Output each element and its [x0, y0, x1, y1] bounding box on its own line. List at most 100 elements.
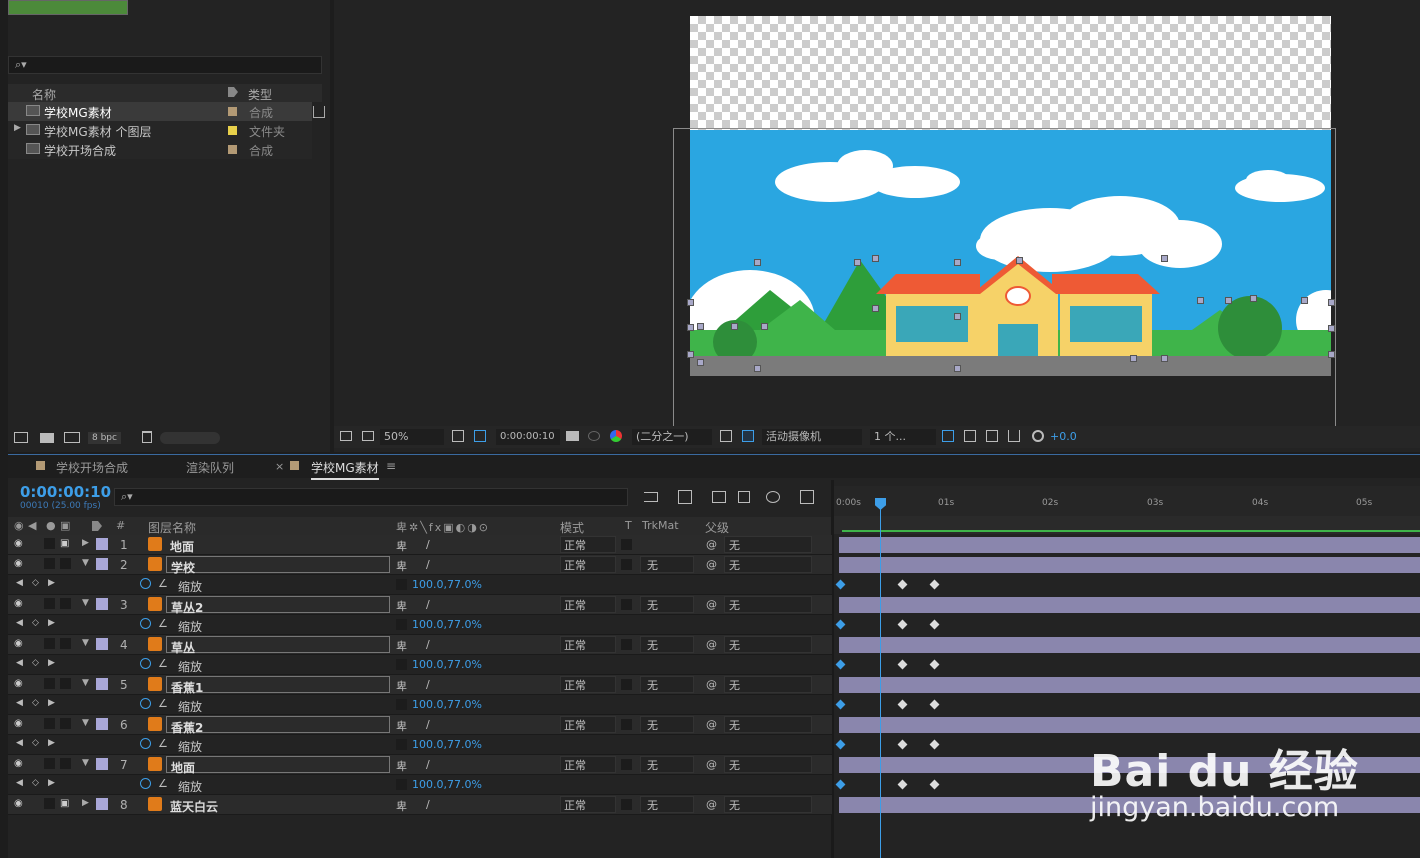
selection-handle[interactable]: [1301, 297, 1308, 304]
layer-duration-bar[interactable]: [839, 537, 1420, 553]
property-row[interactable]: ◀ ◇ ▶ ∠ 缩放 100.0,77.0%: [8, 615, 832, 635]
layer-name[interactable]: 香蕉1: [166, 676, 390, 695]
solo-toggle[interactable]: [44, 718, 55, 729]
label-swatch[interactable]: [96, 558, 108, 570]
parent-select[interactable]: 无: [724, 556, 812, 573]
collapse-arrow-icon[interactable]: ▼: [82, 598, 89, 608]
pickwhip-icon[interactable]: @: [706, 758, 717, 771]
composition-icon[interactable]: [64, 432, 80, 443]
add-keyframe-icon[interactable]: ◇: [32, 738, 39, 748]
selection-handle[interactable]: [954, 365, 961, 372]
layer-duration-bar[interactable]: [839, 597, 1420, 613]
label-swatch[interactable]: [96, 798, 108, 810]
shy-switch-icon[interactable]: 卑: [396, 558, 407, 574]
close-icon[interactable]: ×: [275, 460, 284, 473]
mode-select[interactable]: 正常: [560, 716, 616, 733]
parent-select[interactable]: 无: [724, 536, 812, 553]
frame-blending-icon[interactable]: [738, 491, 750, 503]
comp-mini-flowchart-icon[interactable]: [644, 492, 658, 502]
project-item[interactable]: ▶ 学校MG素材 个图层 文件夹: [8, 121, 312, 140]
pickwhip-icon[interactable]: @: [706, 678, 717, 691]
eye-icon[interactable]: ◉: [14, 718, 25, 729]
parent-select[interactable]: 无: [724, 636, 812, 653]
layer-name[interactable]: 地面: [166, 536, 390, 554]
transparency-grid-icon[interactable]: [742, 430, 754, 442]
preserve-transparency-toggle[interactable]: [621, 759, 632, 770]
quality-switch-icon[interactable]: ∕: [426, 678, 430, 691]
parent-select[interactable]: 无: [724, 596, 812, 613]
collapse-arrow-icon[interactable]: ▼: [82, 638, 89, 648]
trkmat-select[interactable]: 无: [640, 716, 694, 733]
next-keyframe-icon[interactable]: ▶: [48, 778, 55, 788]
layer-name[interactable]: 蓝天白云: [166, 796, 390, 814]
shy-switch-icon[interactable]: 卑: [396, 758, 407, 774]
solo-toggle[interactable]: [44, 758, 55, 769]
scale-value[interactable]: 100.0,77.0%: [412, 778, 482, 791]
prev-keyframe-icon[interactable]: ◀: [16, 778, 23, 788]
stopwatch-icon[interactable]: [140, 738, 151, 749]
layer-row[interactable]: ◉ ▼ 3 草丛2 卑 ∕ 正常 无 @ 无: [8, 595, 832, 615]
label-swatch[interactable]: [96, 678, 108, 690]
lock-toggle[interactable]: [60, 678, 71, 689]
draft-3d-icon[interactable]: [678, 490, 692, 504]
selection-handle[interactable]: [687, 351, 694, 358]
solo-toggle[interactable]: [44, 798, 55, 809]
color-channels-icon[interactable]: [610, 430, 622, 442]
scale-value[interactable]: 100.0,77.0%: [412, 578, 482, 591]
prev-keyframe-icon[interactable]: ◀: [16, 738, 23, 748]
lock-icon[interactable]: ▣: [60, 798, 71, 809]
layer-row[interactable]: ◉ ▼ 4 草丛卑 ∕ 正常 无 @ 无: [8, 635, 832, 655]
layer-duration-bar[interactable]: [839, 557, 1420, 573]
label-swatch[interactable]: [96, 538, 108, 550]
flowchart-icon[interactable]: [313, 106, 325, 118]
collapse-arrow-icon[interactable]: ▼: [82, 558, 89, 568]
selection-handle[interactable]: [1328, 299, 1335, 306]
region-icon[interactable]: [720, 430, 732, 442]
mask-icon[interactable]: [474, 430, 486, 442]
mode-select[interactable]: 正常: [560, 636, 616, 653]
shy-switch-icon[interactable]: 卑: [396, 598, 407, 614]
selection-handle[interactable]: [731, 323, 738, 330]
safe-zones-icon[interactable]: [452, 430, 464, 442]
pickwhip-icon[interactable]: @: [706, 598, 717, 611]
quality-switch-icon[interactable]: ∕: [426, 758, 430, 771]
layer-name[interactable]: 学校: [166, 556, 390, 575]
trash-icon[interactable]: [142, 431, 152, 443]
quality-switch-icon[interactable]: ∕: [426, 798, 430, 811]
timeline-icon[interactable]: [986, 430, 998, 442]
shy-switch-icon[interactable]: 卑: [396, 638, 407, 654]
motion-blur-icon[interactable]: [766, 491, 780, 503]
solo-toggle[interactable]: [44, 638, 55, 649]
camera-icon[interactable]: [566, 431, 579, 441]
prev-keyframe-icon[interactable]: ◀: [16, 578, 23, 588]
trkmat-select[interactable]: 无: [640, 556, 694, 573]
graph-icon[interactable]: ∠: [158, 697, 168, 710]
zoom-select[interactable]: 50%: [380, 429, 444, 445]
selection-handle[interactable]: [1016, 257, 1023, 264]
graph-icon[interactable]: ∠: [158, 657, 168, 670]
pickwhip-icon[interactable]: @: [706, 638, 717, 651]
trkmat-select[interactable]: 无: [640, 636, 694, 653]
expand-arrow-icon[interactable]: ▶: [14, 123, 21, 133]
shy-switch-icon[interactable]: 卑: [396, 678, 407, 694]
timeline-search-input[interactable]: ⌕▾: [114, 488, 628, 506]
add-keyframe-icon[interactable]: ◇: [32, 778, 39, 788]
selection-handle[interactable]: [1197, 297, 1204, 304]
selection-handle[interactable]: [954, 259, 961, 266]
layer-duration-bar[interactable]: [839, 637, 1420, 653]
preserve-transparency-toggle[interactable]: [621, 599, 632, 610]
label-swatch[interactable]: [96, 758, 108, 770]
solo-toggle[interactable]: [44, 598, 55, 609]
layer-name[interactable]: 草丛: [166, 636, 390, 655]
lock-icon[interactable]: ▣: [60, 538, 71, 549]
lock-toggle[interactable]: [60, 558, 71, 569]
selection-handle[interactable]: [1130, 355, 1137, 362]
eye-icon[interactable]: ◉: [14, 638, 25, 649]
flowchart-icon[interactable]: [1008, 430, 1020, 442]
property-row[interactable]: ◀ ◇ ▶ ∠ 缩放 100.0,77.0%: [8, 735, 832, 755]
project-scrollbar[interactable]: [160, 432, 220, 444]
selection-handle[interactable]: [872, 255, 879, 262]
graph-icon[interactable]: ∠: [158, 577, 168, 590]
link-toggle[interactable]: [396, 659, 407, 670]
shy-icon[interactable]: [712, 491, 726, 503]
